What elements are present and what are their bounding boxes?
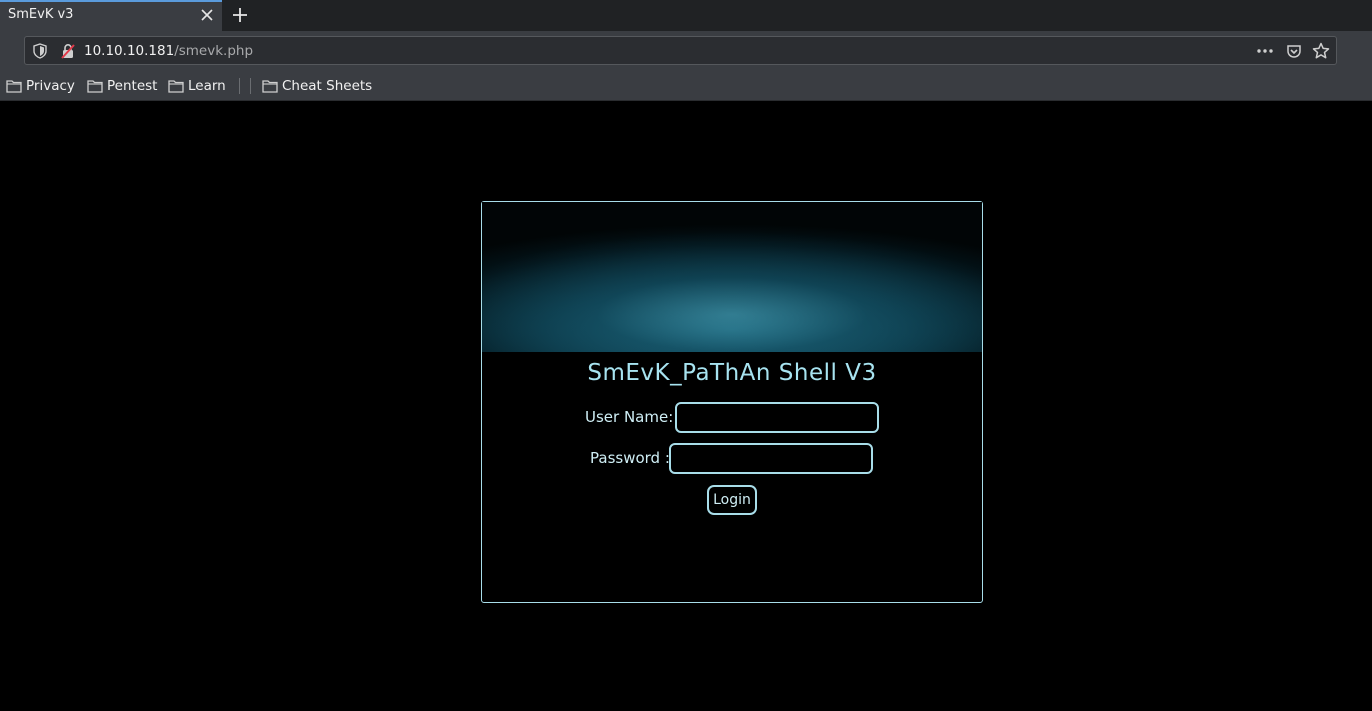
- bookmark-separator: [239, 78, 240, 94]
- url-text[interactable]: 10.10.10.181/smevk.php: [84, 43, 253, 59]
- more-icon[interactable]: [1256, 44, 1274, 58]
- bookmark-separator: [250, 78, 251, 94]
- url-bar[interactable]: 10.10.10.181/smevk.php: [24, 36, 1337, 65]
- pocket-icon[interactable]: [1286, 43, 1302, 59]
- bookmark-learn[interactable]: Learn: [168, 77, 226, 95]
- tab-active[interactable]: SmEvK v3: [0, 0, 222, 31]
- folder-icon: [262, 80, 278, 93]
- close-icon[interactable]: [200, 8, 214, 22]
- shield-icon[interactable]: [33, 43, 47, 59]
- folder-icon: [87, 80, 103, 93]
- nav-bar: 10.10.10.181/smevk.php: [0, 31, 1372, 70]
- password-input[interactable]: [669, 443, 873, 474]
- tab-title: SmEvK v3: [8, 7, 74, 22]
- login-panel: SmEvK_PaThAn Shell V3 User Name: Passwor…: [481, 201, 983, 603]
- bookmark-label: Learn: [188, 78, 226, 94]
- plus-icon[interactable]: [231, 6, 249, 24]
- folder-icon: [168, 80, 184, 93]
- login-button[interactable]: Login: [707, 485, 757, 515]
- bookmark-label: Cheat Sheets: [282, 78, 373, 94]
- star-icon[interactable]: [1312, 42, 1330, 60]
- insecure-lock-icon[interactable]: [60, 43, 76, 59]
- url-path: /smevk.php: [174, 43, 254, 59]
- password-label: Password :: [590, 449, 670, 467]
- page-content: SmEvK_PaThAn Shell V3 User Name: Passwor…: [0, 101, 1372, 711]
- url-host: 10.10.10.181: [84, 43, 175, 59]
- tab-bar: SmEvK v3: [0, 0, 1372, 31]
- bookmark-privacy[interactable]: Privacy: [6, 77, 75, 95]
- bookmark-label: Privacy: [26, 78, 75, 94]
- shell-title: SmEvK_PaThAn Shell V3: [587, 360, 877, 386]
- username-input[interactable]: [675, 402, 879, 433]
- username-label: User Name:: [585, 408, 674, 426]
- folder-icon: [6, 80, 22, 93]
- bookmark-pentest[interactable]: Pentest: [87, 77, 157, 95]
- bookmarks-bar: Privacy Pentest Learn Cheat Sheets: [0, 70, 1372, 101]
- bookmark-label: Pentest: [107, 78, 158, 94]
- banner-image: [482, 202, 982, 352]
- bookmark-cheat-sheets[interactable]: Cheat Sheets: [262, 77, 372, 95]
